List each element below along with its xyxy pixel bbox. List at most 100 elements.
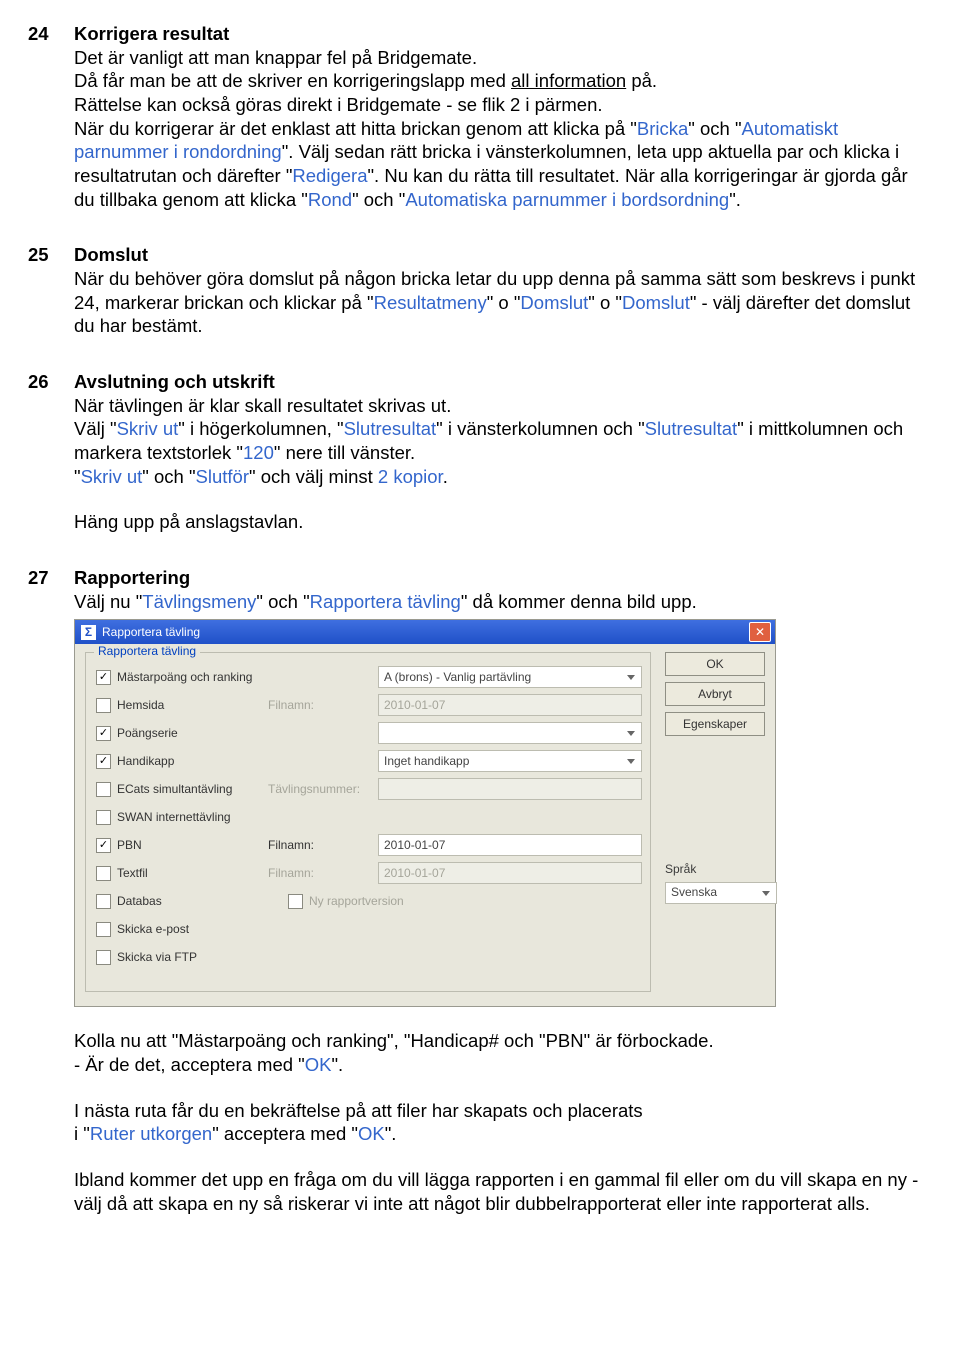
dropdown[interactable] xyxy=(378,722,642,744)
link-text: Slutresultat xyxy=(645,418,738,439)
checkbox[interactable] xyxy=(96,866,111,881)
text: ". xyxy=(729,189,741,210)
checkbox-label: Textfil xyxy=(117,866,148,881)
section-26: 26 Avslutning och utskrift När tävlingen… xyxy=(28,370,932,534)
text: " o " xyxy=(588,292,622,313)
checkbox[interactable] xyxy=(96,922,111,937)
properties-button[interactable]: Egenskaper xyxy=(665,712,765,736)
link-text: 120 xyxy=(243,442,274,463)
para: - Är de det, acceptera med "OK". xyxy=(74,1053,932,1077)
text: " och " xyxy=(688,118,741,139)
checkbox-label: SWAN internettävling xyxy=(117,810,231,825)
link-text: Domslut xyxy=(622,292,690,313)
checkbox[interactable] xyxy=(96,698,111,713)
checkbox-column: ✓Mästarpoäng och ranking Hemsida ✓Poängs… xyxy=(96,663,268,971)
section-number: 25 xyxy=(28,243,74,338)
field-label: Filnamn: xyxy=(268,866,378,881)
text: Det är vanligt att man knappar fel på Br… xyxy=(74,47,477,68)
text: " o " xyxy=(487,292,521,313)
text: Välj " xyxy=(74,418,117,439)
text: " acceptera med " xyxy=(212,1123,358,1144)
checkbox-label: Mästarpoäng och ranking xyxy=(117,670,252,685)
link-text: Skriv ut xyxy=(81,466,143,487)
field-label: Filnamn: xyxy=(268,698,378,713)
section-body: Avslutning och utskrift När tävlingen är… xyxy=(74,370,932,534)
input-column: A (brons) - Vanlig partävling Filnamn:20… xyxy=(268,663,642,971)
section-title: Domslut xyxy=(74,243,932,267)
text: - Är de det, acceptera med " xyxy=(74,1054,305,1075)
link-text: Slutresultat xyxy=(344,418,437,439)
section-body: Domslut När du behöver göra domslut på n… xyxy=(74,243,932,338)
checkbox[interactable]: ✓ xyxy=(96,670,111,685)
text-input[interactable]: 2010-01-07 xyxy=(378,862,642,884)
checkbox-label: Databas xyxy=(117,894,162,909)
dropdown[interactable]: A (brons) - Vanlig partävling xyxy=(378,666,642,688)
link-text: Tävlingsmeny xyxy=(142,591,256,612)
checkbox[interactable] xyxy=(96,894,111,909)
checkbox[interactable] xyxy=(288,894,303,909)
text-input[interactable] xyxy=(378,778,642,800)
link-text: Slutför xyxy=(196,466,249,487)
para: När du behöver göra domslut på någon bri… xyxy=(74,267,932,338)
link-text: Rond xyxy=(308,189,352,210)
text: När du korrigerar är det enklast att hit… xyxy=(74,118,637,139)
text: " xyxy=(74,466,81,487)
checkbox-label: Hemsida xyxy=(117,698,164,713)
section-number: 27 xyxy=(28,566,74,1215)
checkbox[interactable]: ✓ xyxy=(96,754,111,769)
checkbox[interactable] xyxy=(96,782,111,797)
section-number: 26 xyxy=(28,370,74,534)
text: " nere till vänster. xyxy=(274,442,415,463)
text: på. xyxy=(626,70,657,91)
close-icon[interactable]: ✕ xyxy=(749,622,771,642)
section-title: Rapportering xyxy=(74,566,932,590)
text: " i vänsterkolumnen och " xyxy=(436,418,645,439)
para: "Skriv ut" och "Slutför" och välj minst … xyxy=(74,465,932,489)
link-text: Domslut xyxy=(520,292,588,313)
language-label: Språk xyxy=(665,862,765,877)
checkbox-label: PBN xyxy=(117,838,142,853)
text: ". xyxy=(331,1054,343,1075)
link-text: Automatiska parnummer i bordsordning xyxy=(405,189,729,210)
text: ". xyxy=(385,1123,397,1144)
para: Välj "Skriv ut" i högerkolumnen, "Slutre… xyxy=(74,417,932,464)
dialog-title: Rapportera tävling xyxy=(102,625,749,640)
section-title: Avslutning och utskrift xyxy=(74,370,932,394)
text-input[interactable]: 2010-01-07 xyxy=(378,694,642,716)
text: Då får man be att de skriver en korriger… xyxy=(74,70,511,91)
text: " i högerkolumnen, " xyxy=(178,418,343,439)
checkbox[interactable]: ✓ xyxy=(96,838,111,853)
text: " och " xyxy=(352,189,405,210)
para: Välj nu "Tävlingsmeny" och "Rapportera t… xyxy=(74,590,932,614)
checkbox-label: Handikapp xyxy=(117,754,174,769)
para: i "Ruter utkorgen" acceptera med "OK". xyxy=(74,1122,932,1146)
para: Ibland kommer det upp en fråga om du vil… xyxy=(74,1168,932,1215)
checkbox[interactable] xyxy=(96,810,111,825)
text: " och " xyxy=(256,591,309,612)
language-dropdown[interactable]: Svenska xyxy=(665,882,777,904)
app-icon: Σ xyxy=(81,625,96,640)
section-body: Rapportering Välj nu "Tävlingsmeny" och … xyxy=(74,566,932,1215)
link-text: Rapportera tävling xyxy=(310,591,461,612)
section-number: 24 xyxy=(28,22,74,211)
link-text: Ruter utkorgen xyxy=(90,1123,212,1144)
text-underline: all information xyxy=(511,70,626,91)
link-text: OK xyxy=(358,1123,385,1144)
para: Häng upp på anslagstavlan. xyxy=(74,510,932,534)
checkbox-label: Skicka via FTP xyxy=(117,950,197,965)
checkbox[interactable] xyxy=(96,950,111,965)
checkbox[interactable]: ✓ xyxy=(96,726,111,741)
link-text: OK xyxy=(305,1054,332,1075)
dropdown[interactable]: Inget handikapp xyxy=(378,750,642,772)
titlebar[interactable]: Σ Rapportera tävling ✕ xyxy=(75,620,775,644)
text: Välj nu " xyxy=(74,591,142,612)
cancel-button[interactable]: Avbryt xyxy=(665,682,765,706)
fieldset-legend: Rapportera tävling xyxy=(94,644,200,659)
field-label: Tävlingsnummer: xyxy=(268,782,378,797)
para: Rättelse kan också göras direkt i Bridge… xyxy=(74,93,932,117)
para: Det är vanligt att man knappar fel på Br… xyxy=(74,46,932,93)
section-27: 27 Rapportering Välj nu "Tävlingsmeny" o… xyxy=(28,566,932,1215)
ok-button[interactable]: OK xyxy=(665,652,765,676)
text-input[interactable]: 2010-01-07 xyxy=(378,834,642,856)
text: " och välj minst xyxy=(249,466,378,487)
